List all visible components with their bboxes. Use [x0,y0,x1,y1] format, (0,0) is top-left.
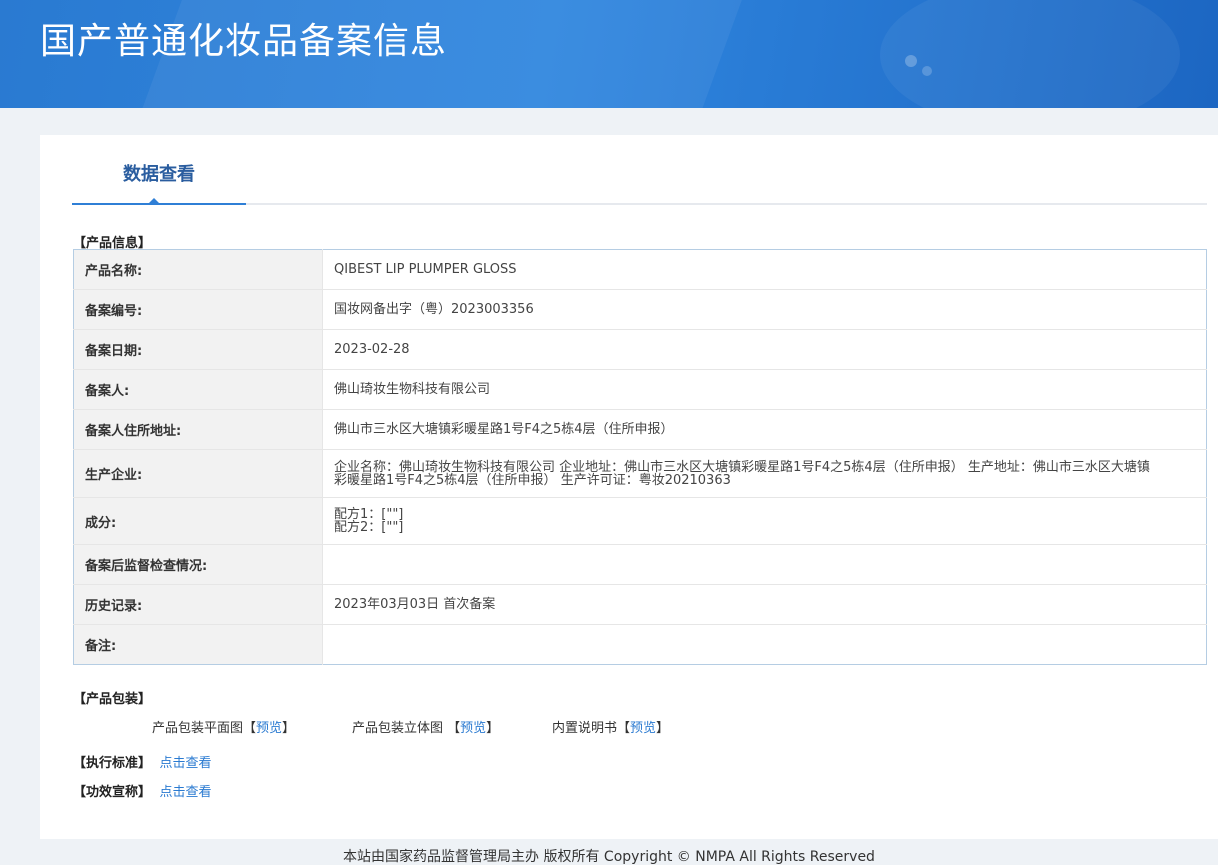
table-row: 备案编号: 国妆网备出字（粤）2023003356 [73,289,1207,330]
efficacy-view-link[interactable]: 点击查看 [160,785,212,800]
formula-line: 配方1：[""] [334,507,404,522]
section-title-efficacy: 【功效宣称】 [73,785,152,800]
packaging-item-flat: 产品包装平面图【预览】 [152,717,295,736]
row-value [323,625,1207,665]
standard-view-link[interactable]: 点击查看 [160,756,212,771]
row-label: 成分: [73,497,323,545]
table-row: 备案人: 佛山琦妆生物科技有限公司 [73,369,1207,410]
section-efficacy: 【功效宣称】 点击查看 [73,781,212,800]
bracket: 【 [243,721,257,736]
table-row: 备案日期: 2023-02-28 [73,329,1207,370]
row-value: QIBEST LIP PLUMPER GLOSS [322,249,1207,290]
preview-link-flat[interactable]: 预览 [256,721,282,736]
bracket: 】 [486,721,500,736]
section-title-packaging: 【产品包装】 [73,692,152,707]
packaging-item-label: 产品包装立体图 [352,721,448,736]
content-card: 数据查看 【产品信息】 产品名称: QIBEST LIP PLUMPER GLO… [40,135,1218,839]
table-row: 生产企业: 企业名称：佛山琦妆生物科技有限公司 企业地址：佛山市三水区大塘镇彩暖… [73,449,1207,498]
caret-up-icon [148,198,160,204]
table-row: 备案人住所地址: 佛山市三水区大塘镇彩暖星路1号F4之5栋4层（住所申报） [73,409,1207,450]
row-label: 备案人住所地址: [73,409,323,450]
tab-label: 数据查看 [123,164,195,185]
table-row: 备注: [73,624,1207,665]
table-row: 成分: 配方1：[""] 配方2：[""] [73,497,1207,545]
row-value: 国妆网备出字（粤）2023003356 [322,289,1207,330]
row-label: 备注: [73,624,323,665]
row-value: 企业名称：佛山琦妆生物科技有限公司 企业地址：佛山市三水区大塘镇彩暖星路1号F4… [322,449,1207,498]
footer-copyright: 本站由国家药品监督管理局主办 版权所有 Copyright © NMPA All… [343,849,875,865]
tab-bar: 数据查看 [72,135,1207,205]
header-decoration [922,66,932,76]
page-header: 国产普通化妆品备案信息 [0,0,1218,108]
preview-link-3d[interactable]: 预览 [460,721,486,736]
page-title: 国产普通化妆品备案信息 [40,21,448,62]
table-row: 备案后监督检查情况: [73,544,1207,585]
row-value: 配方1：[""] 配方2：[""] [322,497,1207,545]
table-row: 历史记录: 2023年03月03日 首次备案 [73,584,1207,625]
row-label: 备案人: [73,369,323,410]
row-label: 备案编号: [73,289,323,330]
header-decoration [880,0,1180,108]
row-value [322,544,1207,585]
section-title-standard: 【执行标准】 [73,756,152,771]
row-label: 生产企业: [73,449,323,498]
packaging-item-label: 产品包装平面图 [152,721,244,736]
table-row: 产品名称: QIBEST LIP PLUMPER GLOSS [73,249,1207,290]
row-label: 历史记录: [73,584,323,625]
row-value: 佛山市三水区大塘镇彩暖星路1号F4之5栋4层（住所申报） [322,409,1207,450]
bracket: 【 [447,721,461,736]
header-decoration [905,55,917,67]
product-info-table: 产品名称: QIBEST LIP PLUMPER GLOSS 备案编号: 国妆网… [73,249,1207,665]
bracket: 【 [617,721,631,736]
row-value: 佛山琦妆生物科技有限公司 [322,369,1207,410]
tab-data-view[interactable]: 数据查看 [72,135,246,205]
packaging-item-3d: 产品包装立体图 【预览】 [352,717,499,736]
row-label: 备案后监督检查情况: [73,544,323,585]
bracket: 】 [282,721,296,736]
packaging-item-label: 内置说明书 [552,721,618,736]
preview-link-manual[interactable]: 预览 [630,721,656,736]
row-label: 产品名称: [73,249,323,290]
row-label: 备案日期: [73,329,323,370]
bracket: 】 [656,721,670,736]
row-value: 2023年03月03日 首次备案 [322,584,1207,625]
section-standard: 【执行标准】 点击查看 [73,752,212,771]
packaging-item-manual: 内置说明书【预览】 [552,717,669,736]
formula-line: 配方2：[""] [334,520,404,535]
row-value: 2023-02-28 [322,329,1207,370]
